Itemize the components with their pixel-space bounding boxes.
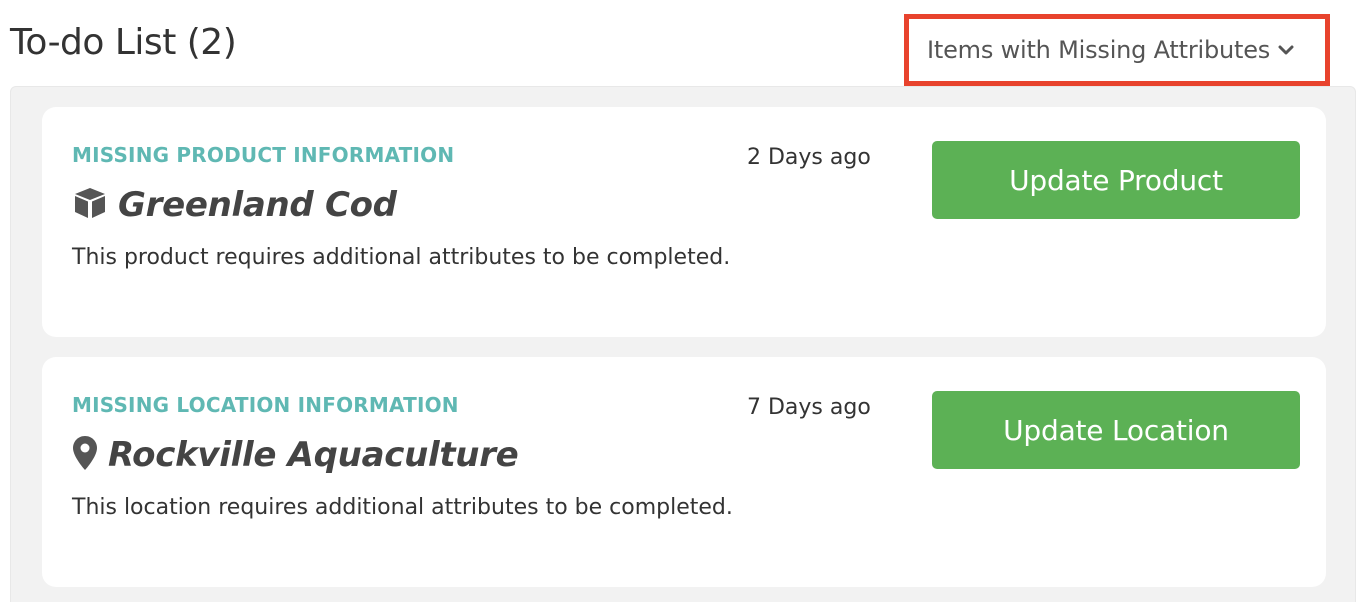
todo-page: To-do List (2) Items with Missing Attrib… <box>0 0 1366 602</box>
page-title: To-do List (2) <box>10 22 237 63</box>
chevron-down-icon <box>1278 44 1294 56</box>
card-description: This location requires additional attrib… <box>72 495 733 520</box>
card-title-row: Greenland Cod <box>72 185 397 225</box>
update-product-button[interactable]: Update Product <box>932 141 1300 219</box>
card-category: MISSING LOCATION INFORMATION <box>72 393 459 417</box>
todo-card-location: MISSING LOCATION INFORMATION 7 Days ago … <box>42 357 1326 587</box>
card-item-name: Greenland Cod <box>118 185 397 225</box>
filter-dropdown[interactable]: Items with Missing Attributes <box>904 14 1330 86</box>
map-marker-icon <box>72 435 98 475</box>
card-timestamp: 7 Days ago <box>747 395 871 420</box>
update-location-button[interactable]: Update Location <box>932 391 1300 469</box>
card-title-row: Rockville Aquaculture <box>72 435 519 475</box>
card-item-name: Rockville Aquaculture <box>108 435 519 475</box>
card-category: MISSING PRODUCT INFORMATION <box>72 143 455 167</box>
filter-dropdown-label: Items with Missing Attributes <box>927 36 1271 64</box>
todo-card-product: MISSING PRODUCT INFORMATION 2 Days ago G… <box>42 107 1326 337</box>
card-timestamp: 2 Days ago <box>747 145 871 170</box>
card-description: This product requires additional attribu… <box>72 245 731 270</box>
cube-icon <box>72 186 108 224</box>
